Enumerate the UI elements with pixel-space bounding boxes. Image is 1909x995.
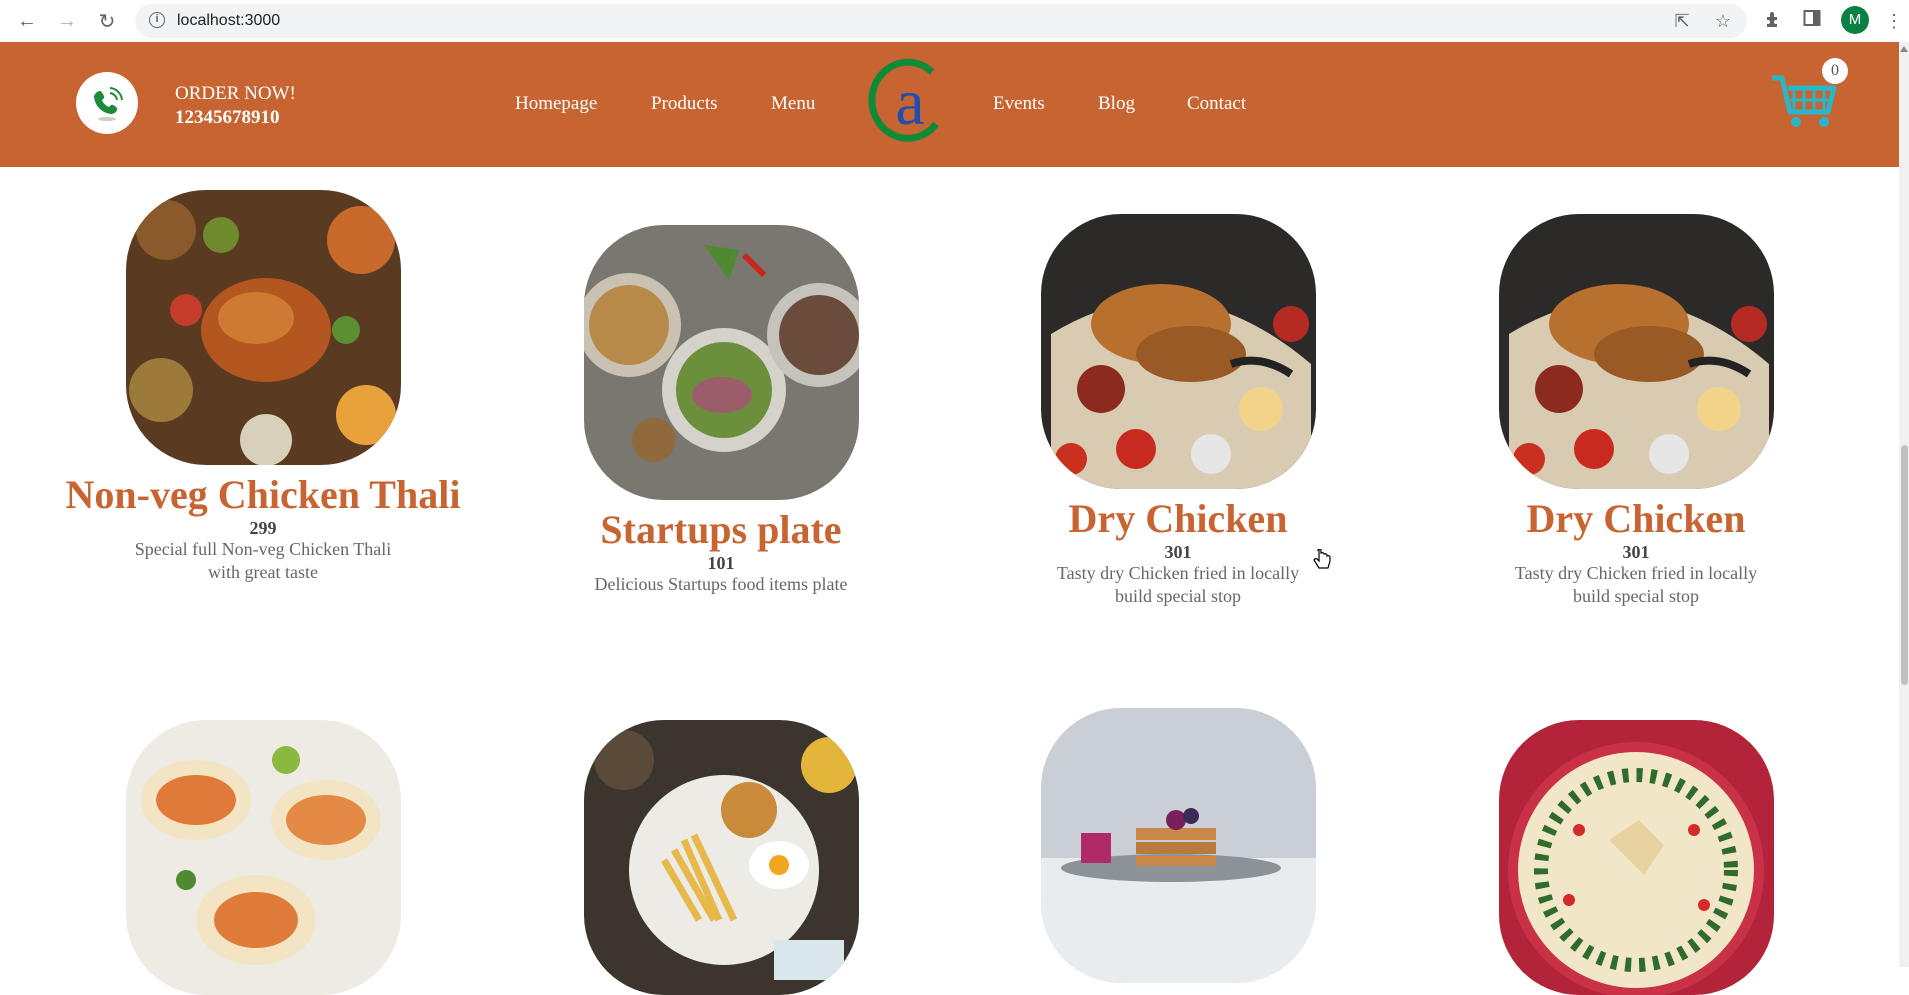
site-logo[interactable]: a <box>866 58 952 144</box>
pizza-wreath-image[interactable] <box>1498 720 1774 995</box>
logo-letter: a <box>895 66 924 139</box>
startups-plate-image[interactable] <box>583 225 859 500</box>
info-icon[interactable]: i <box>149 12 165 28</box>
cart-count-badge: 0 <box>1822 58 1848 84</box>
product-card[interactable] <box>1436 720 1836 995</box>
product-card[interactable] <box>978 708 1378 983</box>
scroll-up-arrow-icon[interactable] <box>1900 46 1908 52</box>
reload-icon[interactable]: ↻ <box>93 7 121 35</box>
nav-contact[interactable]: Contact <box>1187 93 1246 115</box>
product-price: 301 <box>1622 542 1650 562</box>
product-card[interactable]: Dry Chicken 301 Tasty dry Chicken fried … <box>1436 214 1836 608</box>
browser-toolbar: ← → ↻ i localhost:3000 ⇱ ☆ M ⋮ <box>0 0 1909 43</box>
address-bar[interactable]: i localhost:3000 ⇱ ☆ <box>135 4 1747 38</box>
menu-icon[interactable]: ⋮ <box>1882 9 1906 33</box>
product-description: Delicious Startups food items plate <box>594 574 848 594</box>
tacos-image[interactable] <box>125 720 401 995</box>
product-name: Non-veg Chicken Thali <box>65 472 461 517</box>
order-phone-number[interactable]: 12345678910 <box>175 106 296 130</box>
product-card[interactable]: Startups plate 101 Delicious Startups fo… <box>521 225 921 596</box>
product-name: Startups plate <box>600 507 842 552</box>
site-header: ORDER NOW! 12345678910 Homepage Products… <box>0 42 1899 167</box>
nav-homepage[interactable]: Homepage <box>515 93 597 115</box>
back-icon[interactable]: ← <box>13 7 41 35</box>
product-name: Dry Chicken <box>1068 496 1288 541</box>
share-icon[interactable]: ⇱ <box>1671 10 1693 32</box>
product-description: Special full Non-veg Chicken Thali with … <box>134 539 392 582</box>
scroll-thumb[interactable] <box>1901 445 1908 685</box>
thali-image[interactable] <box>125 190 401 465</box>
product-card[interactable]: Non-veg Chicken Thali 299 Special full N… <box>63 190 463 584</box>
product-card[interactable] <box>521 720 921 995</box>
product-description: Tasty dry Chicken fried in locally build… <box>1514 563 1758 606</box>
order-now-block: ORDER NOW! 12345678910 <box>175 82 296 130</box>
dry-chicken-image[interactable] <box>1498 214 1774 489</box>
hand-cursor-icon <box>1313 548 1331 571</box>
nav-events[interactable]: Events <box>993 93 1045 115</box>
product-card[interactable] <box>63 720 463 995</box>
profile-avatar[interactable]: M <box>1841 6 1869 34</box>
nav-blog[interactable]: Blog <box>1098 93 1135 115</box>
forward-icon[interactable]: → <box>53 7 81 35</box>
phone-icon[interactable] <box>76 72 138 134</box>
product-price: 299 <box>249 518 277 538</box>
product-name: Dry Chicken <box>1526 496 1746 541</box>
dry-chicken-image[interactable] <box>1040 214 1316 489</box>
url-text[interactable]: localhost:3000 <box>177 12 280 30</box>
product-price: 101 <box>707 553 735 573</box>
sidepanel-icon[interactable] <box>1800 9 1824 33</box>
star-icon[interactable]: ☆ <box>1712 10 1734 32</box>
pancakes-image[interactable] <box>1040 708 1316 983</box>
extensions-icon[interactable] <box>1761 9 1785 33</box>
nav-menu[interactable]: Menu <box>771 93 815 115</box>
fries-egg-plate-image[interactable] <box>583 720 859 995</box>
nav-products[interactable]: Products <box>651 93 718 115</box>
order-now-label: ORDER NOW! <box>175 83 296 104</box>
